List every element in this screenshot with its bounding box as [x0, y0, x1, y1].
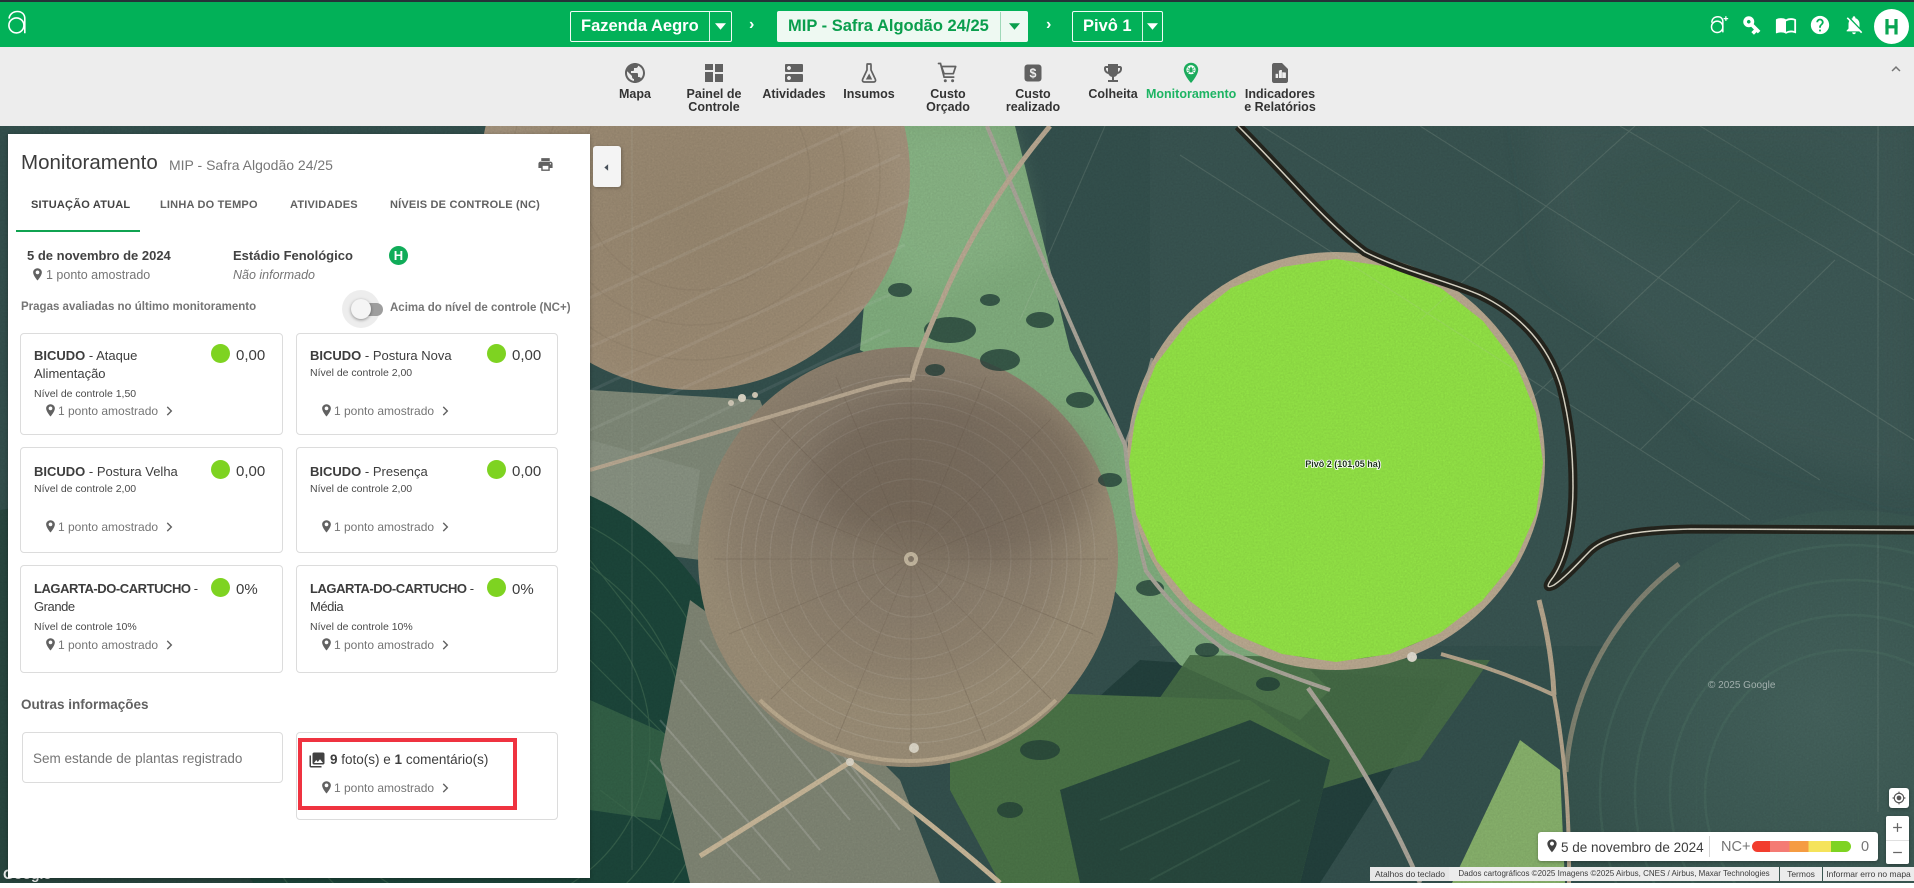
svg-text:© 2025 Google: © 2025 Google: [1708, 680, 1776, 691]
svg-text:$: $: [1030, 67, 1037, 81]
svg-text:Pivô 2 (101,05 ha): Pivô 2 (101,05 ha): [1305, 459, 1381, 469]
